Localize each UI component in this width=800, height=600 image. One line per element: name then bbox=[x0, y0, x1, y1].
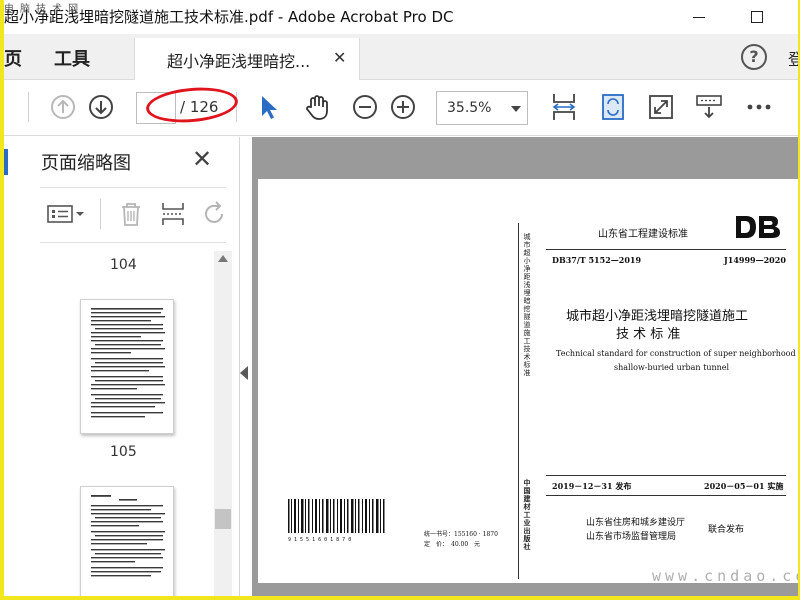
title-en-line2: shallow-buried urban tunnel bbox=[614, 363, 730, 372]
site-watermark: www.cndao.com bbox=[652, 567, 798, 583]
main-toolbar: / 126 35.5% bbox=[4, 80, 798, 136]
corner-watermark: 电 脑 技 术 网 bbox=[4, 4, 79, 15]
trash-icon bbox=[122, 203, 140, 226]
rotate-view-button[interactable] bbox=[598, 92, 628, 122]
acrobat-window: 超小净距浅埋暗挖隧道施工技术标准.pdf - Adobe Acrobat Pro… bbox=[4, 0, 798, 596]
price: 定 价： 40.00 元 bbox=[424, 541, 481, 548]
list-options-icon bbox=[47, 205, 84, 223]
record-code: J14999—2020 bbox=[724, 255, 786, 265]
date-rule bbox=[546, 475, 786, 476]
panel-divider bbox=[40, 187, 226, 188]
maximize-icon bbox=[751, 11, 763, 23]
delete-pages-button[interactable] bbox=[116, 199, 146, 229]
title-cn-line2: 技 术 标 准 bbox=[616, 327, 681, 342]
document-viewer[interactable]: 山东省工程建设标准 DB37/T 5152—2019 J14999—2020 城… bbox=[252, 137, 798, 596]
page-thumbnail-104[interactable] bbox=[80, 299, 174, 434]
more-icon bbox=[747, 104, 771, 110]
plus-circle-icon bbox=[391, 95, 415, 119]
standard-code: DB37/T 5152—2019 bbox=[552, 255, 642, 265]
title-en-line1: Technical standard for construction of s… bbox=[556, 349, 796, 358]
more-tools-button[interactable] bbox=[744, 92, 774, 122]
panel-active-indicator bbox=[4, 149, 8, 175]
help-icon[interactable]: ? bbox=[741, 44, 767, 70]
tab-document[interactable]: 超小净距浅埋暗挖... ✕ bbox=[134, 38, 360, 80]
header-rule bbox=[546, 249, 786, 250]
scrolling-mode-button[interactable] bbox=[694, 92, 724, 122]
issuer-2: 山东省市场监督管理局 bbox=[586, 532, 677, 542]
document-page: 山东省工程建设标准 DB37/T 5152—2019 J14999—2020 城… bbox=[258, 179, 798, 583]
keyboard-icon bbox=[696, 95, 722, 119]
collapse-panel-icon[interactable] bbox=[240, 366, 248, 380]
panel-tool-separator bbox=[100, 199, 101, 229]
scrollbar-thumb[interactable] bbox=[215, 509, 231, 529]
issuer-1: 山东省住房和城乡建设厅 bbox=[586, 518, 686, 528]
minimize-button[interactable] bbox=[676, 2, 722, 32]
thumbnail-label: 105 bbox=[110, 444, 137, 460]
toolbar-separator bbox=[28, 92, 29, 122]
select-tool-button[interactable] bbox=[254, 92, 284, 122]
pointer-icon bbox=[262, 96, 277, 119]
tab-bar: 页 工具 超小净距浅埋暗挖... ✕ ? 登 bbox=[4, 34, 798, 80]
panel-title: 页面缩略图 bbox=[41, 153, 131, 174]
thumbnail-text-lines bbox=[91, 495, 165, 577]
page-rotate-icon bbox=[602, 94, 624, 120]
zoom-select[interactable]: 35.5% bbox=[436, 91, 528, 125]
joint-release: 联合发布 bbox=[708, 525, 745, 535]
implement-date: 2020－05－01 实施 bbox=[704, 481, 784, 491]
minus-circle-icon bbox=[353, 95, 377, 119]
sign-in-link[interactable]: 登 bbox=[788, 46, 798, 70]
fit-width-button[interactable] bbox=[549, 92, 579, 122]
expand-icon bbox=[649, 95, 673, 119]
maximize-button[interactable] bbox=[734, 2, 780, 32]
tab-document-label: 超小净距浅埋暗挖... bbox=[167, 52, 311, 71]
title-cn-line1: 城市超小净距浅埋暗挖隧道施工 bbox=[566, 309, 749, 324]
date-rule bbox=[546, 495, 786, 496]
zoom-value: 35.5% bbox=[447, 100, 492, 116]
insert-page-button[interactable] bbox=[158, 199, 188, 229]
next-page-button[interactable] bbox=[86, 92, 116, 122]
close-panel-icon[interactable]: ✕ bbox=[192, 145, 212, 173]
page-thumbnail-105[interactable] bbox=[80, 486, 174, 596]
previous-page-button[interactable] bbox=[48, 92, 78, 122]
barcode-digits: 9 1 5 5 1 6 0 1 8 7 0 bbox=[288, 537, 352, 543]
publish-date: 2019－12－31 发布 bbox=[552, 481, 632, 491]
tab-home[interactable]: 页 bbox=[4, 45, 22, 71]
hand-tool-button[interactable] bbox=[302, 92, 332, 122]
panel-divider bbox=[40, 242, 226, 243]
thumbnail-text-lines bbox=[91, 308, 165, 418]
arrow-up-circle-icon bbox=[51, 95, 75, 119]
issuer-heading: 山东省工程建设标准 bbox=[598, 229, 688, 240]
page-thumbnails-panel: 页面缩略图 ✕ 104 105 bbox=[4, 137, 240, 596]
spine-publisher: 中国建材工业出版社 bbox=[523, 479, 532, 551]
arrow-down-circle-icon bbox=[89, 95, 113, 119]
thumbnail-label: 104 bbox=[110, 257, 137, 273]
tab-tools[interactable]: 工具 bbox=[54, 45, 90, 71]
spine-rule bbox=[518, 223, 519, 579]
barcode bbox=[288, 499, 385, 533]
db-logo bbox=[736, 216, 780, 238]
thumbnail-scrollbar[interactable] bbox=[214, 251, 232, 596]
zoom-out-button[interactable] bbox=[350, 92, 380, 122]
title-bar: 超小净距浅埋暗挖隧道施工技术标准.pdf - Adobe Acrobat Pro… bbox=[4, 0, 798, 34]
fit-width-icon bbox=[552, 94, 576, 120]
scroll-up-icon[interactable] bbox=[218, 255, 228, 262]
spine-title: 城市超小净距浅埋暗挖隧道施工技术标准 bbox=[523, 233, 531, 377]
thumbnail-options-button[interactable] bbox=[44, 199, 88, 229]
rotate-page-button[interactable] bbox=[200, 199, 230, 229]
zoom-in-button[interactable] bbox=[388, 92, 418, 122]
book-number: 统一书号：155160 · 1870 bbox=[424, 531, 498, 538]
rotate-icon bbox=[205, 201, 223, 223]
full-screen-button[interactable] bbox=[646, 92, 676, 122]
chevron-down-icon bbox=[511, 106, 521, 112]
minimize-icon bbox=[693, 16, 705, 18]
hand-icon bbox=[306, 95, 328, 120]
close-tab-icon[interactable]: ✕ bbox=[333, 48, 346, 67]
insert-page-icon bbox=[162, 203, 184, 225]
